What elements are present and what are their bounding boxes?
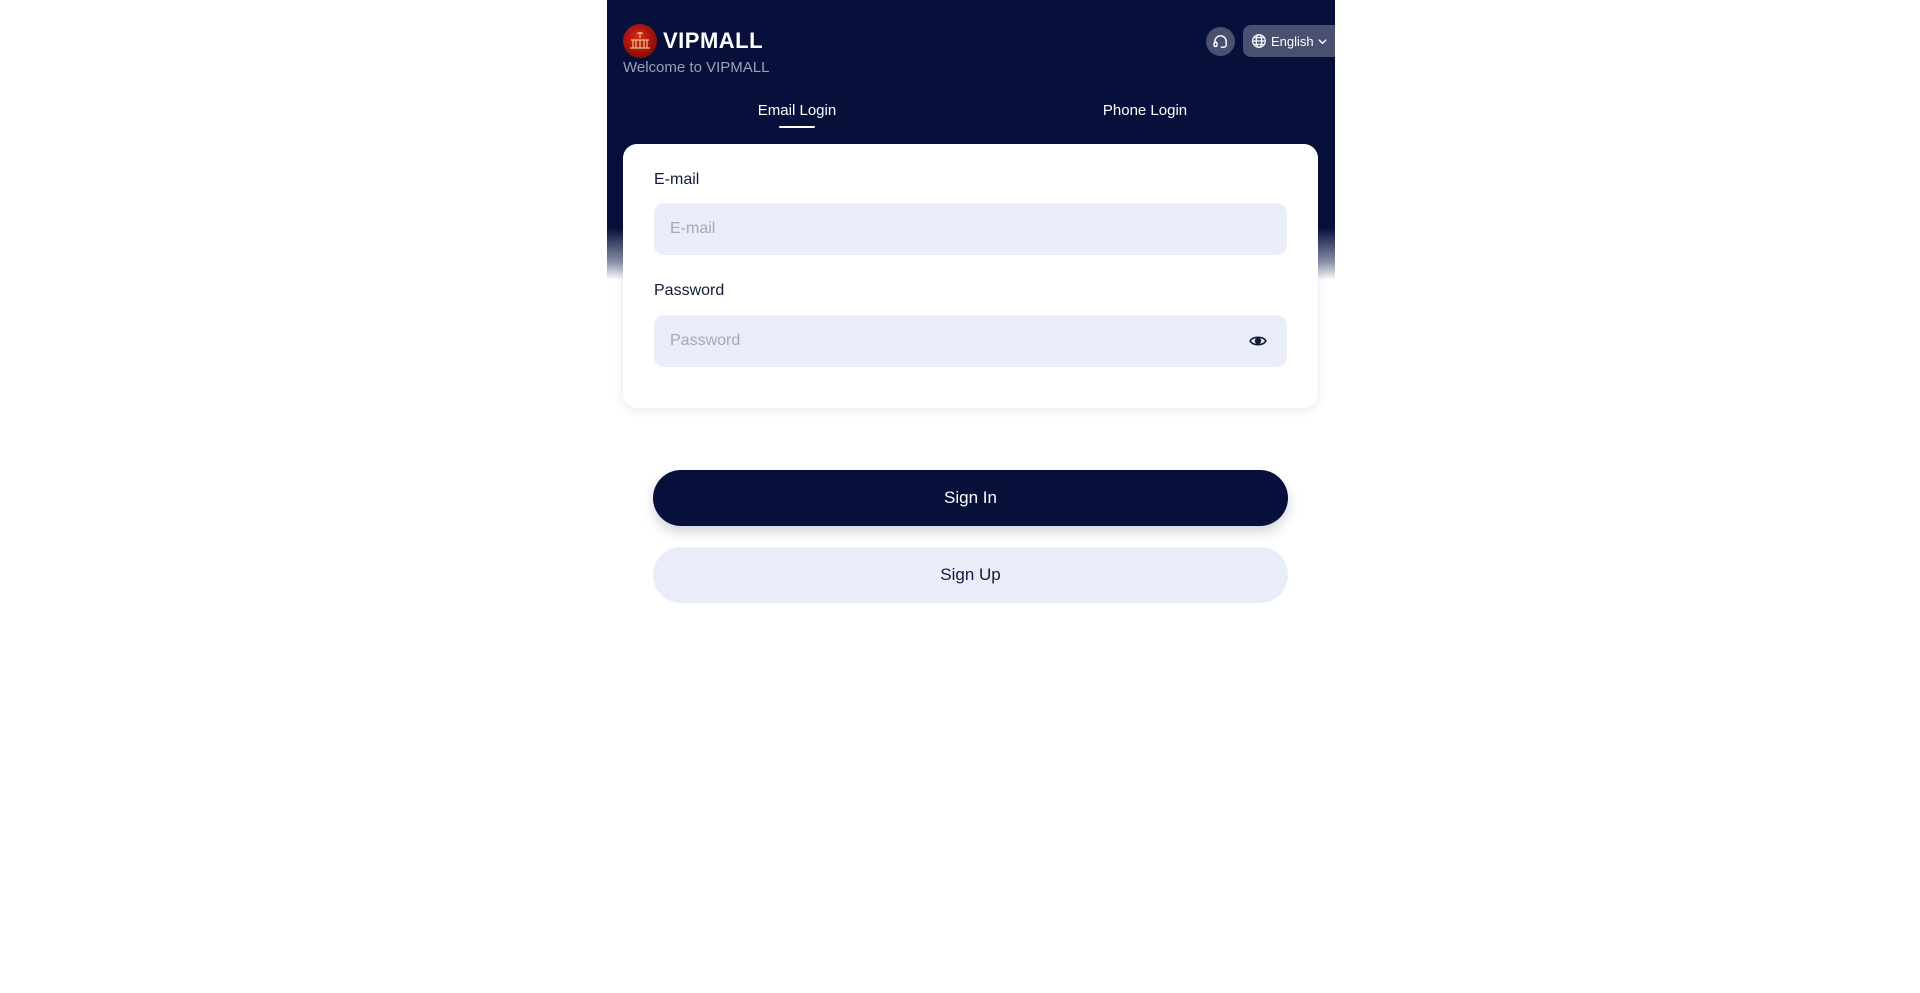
brand: VIPMALL [623, 24, 763, 58]
tab-email-login[interactable]: Email Login [747, 102, 847, 119]
logo-icon [623, 24, 657, 58]
email-label: E-mail [654, 171, 700, 188]
headset-icon [1213, 35, 1227, 48]
tab-phone-login[interactable]: Phone Login [1095, 102, 1195, 119]
password-input[interactable] [654, 315, 1287, 367]
customer-support-button[interactable] [1206, 27, 1235, 56]
chevron-down-icon [1318, 38, 1327, 44]
language-selector[interactable]: English [1243, 25, 1335, 57]
welcome-text: Welcome to VIPMALL [623, 59, 770, 76]
password-label: Password [654, 282, 725, 299]
email-input[interactable] [654, 203, 1287, 255]
email-field-container [654, 203, 1287, 255]
login-form-card: E-mail Password [623, 144, 1318, 408]
brand-name: VIPMALL [663, 28, 764, 53]
eye-icon[interactable] [1249, 333, 1267, 349]
globe-icon [1252, 34, 1266, 48]
login-page: VIPMALL Welcome to VIPMALL English Email… [607, 0, 1335, 993]
sign-up-button[interactable]: Sign Up [653, 547, 1288, 603]
login-tabs: Email Login Phone Login [607, 94, 1335, 130]
language-label: English [1271, 33, 1314, 49]
sign-in-button[interactable]: Sign In [653, 470, 1288, 526]
password-field-container [654, 315, 1287, 367]
active-tab-indicator [779, 126, 815, 128]
